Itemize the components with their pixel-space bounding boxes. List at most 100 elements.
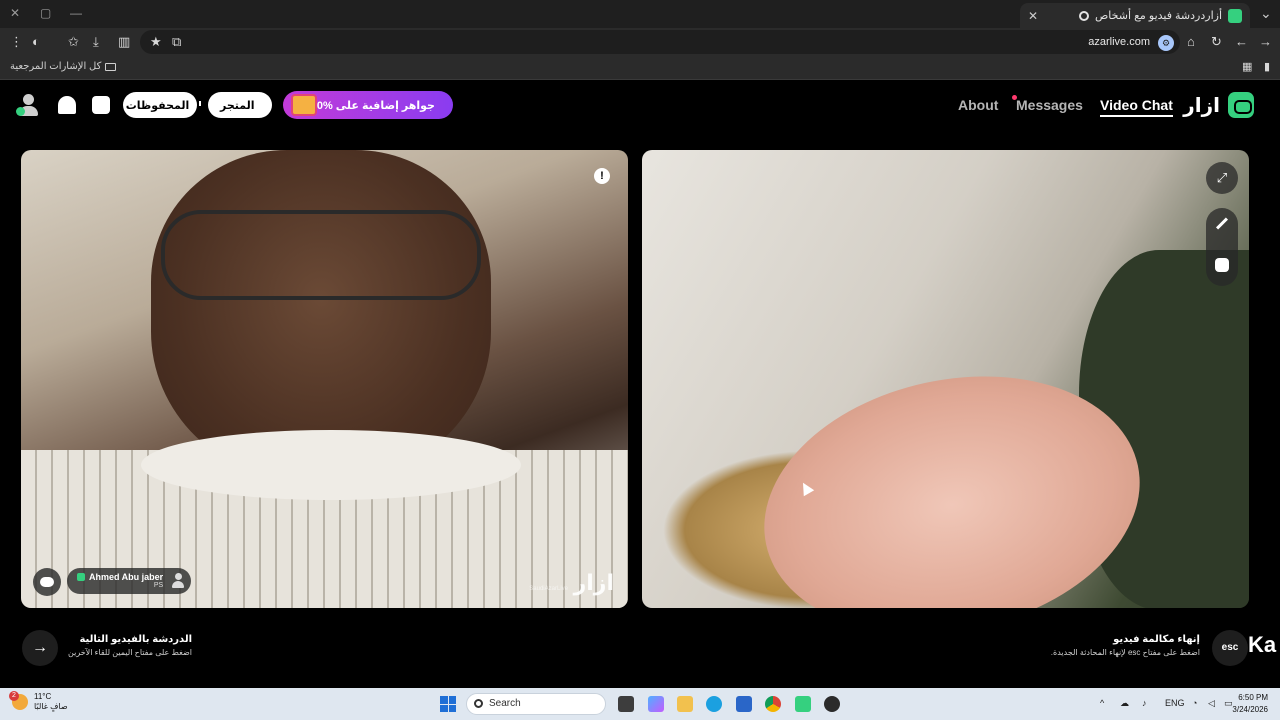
search-placeholder: Search — [489, 698, 521, 709]
apps-grid-icon[interactable]: ▦ — [1242, 60, 1252, 73]
reload-icon[interactable]: ↻ — [1211, 34, 1222, 50]
verified-shield-icon — [77, 573, 85, 581]
windows-start-icon[interactable] — [440, 696, 456, 712]
chat-bubble-icon — [40, 577, 54, 587]
download-icon[interactable]: ⤓ — [93, 34, 99, 50]
browser-tab-bar: ✕ ▢ — + أزاردردشة فيديو مع أشخاص ✕ ⌄ — [0, 0, 1280, 28]
store-app-icon[interactable] — [736, 696, 752, 712]
next-chat-instruction: الدردشة بالفيديو التالية اضغط على مفتاح … — [68, 634, 192, 657]
end-call-button[interactable]: esc — [1212, 630, 1248, 666]
tab-search-icon[interactable]: ⌄ — [1260, 5, 1272, 22]
home-icon[interactable]: ⌂ — [1187, 34, 1195, 49]
weather-sun-icon: 2 — [9, 691, 28, 710]
tray-chevron-icon[interactable]: ^ — [1100, 698, 1104, 708]
close-tab-icon[interactable]: ✕ — [1028, 9, 1038, 23]
wifi-icon[interactable]: ◔ — [1192, 698, 1197, 708]
browser-tab[interactable]: أزاردردشة فيديو مع أشخاص ✕ — [1020, 3, 1250, 28]
nav-messages-label: Messages — [1016, 97, 1083, 113]
url-text[interactable]: azarlive.com — [1088, 36, 1150, 48]
local-video-collar — [141, 430, 521, 500]
end-call-title: إنهاء مكالمة فيديو — [1113, 634, 1200, 645]
side-panel-icon[interactable]: ▮ — [1264, 60, 1270, 73]
store-label: المتجر — [220, 99, 255, 112]
arrow-right-icon: → — [32, 639, 48, 656]
file-explorer-icon[interactable] — [677, 696, 693, 712]
next-chat-subtitle: اضغط على مفتاح اليمين للقاء الآخرين — [68, 648, 193, 657]
battery-icon[interactable]: ▭ — [1224, 698, 1233, 709]
end-call-instruction: إنهاء مكالمة فيديو اضغط على مفتاح esc لإ… — [1051, 634, 1200, 657]
back-icon[interactable]: ← — [1235, 34, 1248, 49]
profile-icon[interactable]: ◐ — [32, 34, 40, 49]
weather-badge: 2 — [9, 691, 19, 701]
language-indicator[interactable]: ENG — [1165, 698, 1185, 708]
address-bar[interactable]: ★ ⧉ — [140, 30, 1180, 54]
copilot-icon[interactable] — [648, 696, 664, 712]
unread-dot — [1012, 95, 1017, 100]
user-icon — [171, 573, 185, 589]
site-info-icon[interactable]: ⚙ — [1158, 35, 1174, 51]
ka-overlay-text: Ka — [1248, 632, 1277, 657]
azar-logo-icon — [1228, 92, 1254, 118]
user-name: Ahmed Abu jaber — [89, 572, 164, 582]
fullscreen-button[interactable]: ⤢ — [1206, 162, 1238, 194]
clock-date: 3/24/2026 — [1232, 705, 1268, 714]
volume-icon[interactable]: ◁ — [1208, 698, 1215, 709]
nav-about[interactable]: About — [958, 97, 998, 113]
edge-icon[interactable] — [706, 696, 722, 712]
azar-favicon-icon — [1228, 8, 1242, 23]
all-bookmarks-label: كل الإشارات المرجعية — [10, 61, 102, 72]
bookmark-star-icon[interactable]: ★ — [150, 34, 162, 50]
notification-bell-icon[interactable] — [58, 96, 76, 114]
chat-message-button[interactable] — [33, 568, 61, 596]
forward-icon[interactable]: → — [1259, 34, 1272, 49]
task-view-icon[interactable] — [618, 696, 634, 712]
user-sub: PS — [153, 582, 164, 589]
azar-logo[interactable]: ازار — [1183, 92, 1254, 118]
fullscreen-icon: ⤢ — [1216, 170, 1228, 185]
next-chat-title: الدردشة بالفيديو التالية — [79, 634, 193, 645]
store-button[interactable]: المتجر — [208, 92, 272, 118]
user-name-tag[interactable]: Ahmed Abu jaber PS — [67, 568, 192, 594]
saved-button[interactable]: المحفوظات — [123, 92, 202, 118]
end-call-subtitle: اضغط على مفتاح esc لإنهاء المحادثة الجدي… — [1050, 648, 1200, 657]
chrome-icon[interactable] — [765, 696, 781, 712]
minimize-window-icon[interactable]: — — [70, 6, 82, 20]
magic-wand-icon[interactable] — [1215, 217, 1229, 230]
local-video-glasses — [161, 210, 481, 300]
tab-title: أزاردردشة فيديو مع أشخاص — [1095, 10, 1222, 22]
saved-label: المحفوظات — [125, 99, 190, 112]
weather-desc: صافٍ غالبًا — [34, 702, 68, 711]
taskbar-clock[interactable]: 6:50 PM 3/24/2026 — [1232, 692, 1268, 716]
nav-video-chat[interactable]: Video Chat — [1100, 97, 1173, 117]
menu-icon[interactable]: ⋮ — [10, 34, 23, 50]
windows-taskbar: 2 11°C صافٍ غالبًا Search ^ ☁ ♪ ENG ◔ ◁ … — [0, 688, 1280, 720]
cloud-icon[interactable]: ☁ — [1120, 698, 1129, 709]
recording-icon — [1079, 10, 1089, 21]
promo-banner[interactable]: 10% جواهر إضافية على — [283, 91, 453, 119]
watermark-sub: SaudiAzarLive — [529, 586, 568, 592]
face-filter-icon[interactable] — [1215, 258, 1229, 272]
search-icon — [474, 699, 483, 708]
azar-app-icon[interactable] — [795, 696, 811, 712]
weather-widget[interactable]: 2 11°C صافٍ غالبًا — [9, 691, 68, 712]
microphone-icon[interactable]: ♪ — [1142, 698, 1147, 708]
obs-icon[interactable] — [824, 696, 840, 712]
next-chat-button[interactable]: → — [22, 630, 58, 666]
taskbar-search[interactable]: Search — [466, 693, 606, 715]
promo-label: 10% جواهر إضافية على — [310, 99, 435, 112]
clock-time: 6:50 PM — [1238, 693, 1268, 702]
cast-icon[interactable]: ⧉ — [172, 34, 181, 50]
profile-avatar-icon[interactable] — [16, 93, 40, 117]
weather-temp: 11°C — [34, 692, 52, 701]
browser-toolbar: ⋮ ◐ ✩ ⤓ ▥ ★ ⧉ azarlive.com ⚙ ⌂ ↻ ← → — [0, 28, 1280, 56]
inventory-box-icon[interactable] — [92, 96, 110, 114]
folder-icon — [105, 62, 117, 71]
close-window-icon[interactable]: ✕ — [10, 6, 20, 20]
nav-messages[interactable]: Messages — [1012, 95, 1083, 113]
maximize-window-icon[interactable]: ▢ — [40, 6, 51, 20]
local-video-panel: ! Ahmed Abu jaber PS SaudiAzarLive ازار — [21, 150, 628, 608]
report-icon[interactable]: ! — [594, 168, 610, 184]
extensions-icon[interactable]: ✩ — [68, 34, 79, 50]
all-bookmarks-button[interactable]: كل الإشارات المرجعية — [10, 61, 117, 72]
delete-icon[interactable]: ▥ — [118, 34, 130, 50]
